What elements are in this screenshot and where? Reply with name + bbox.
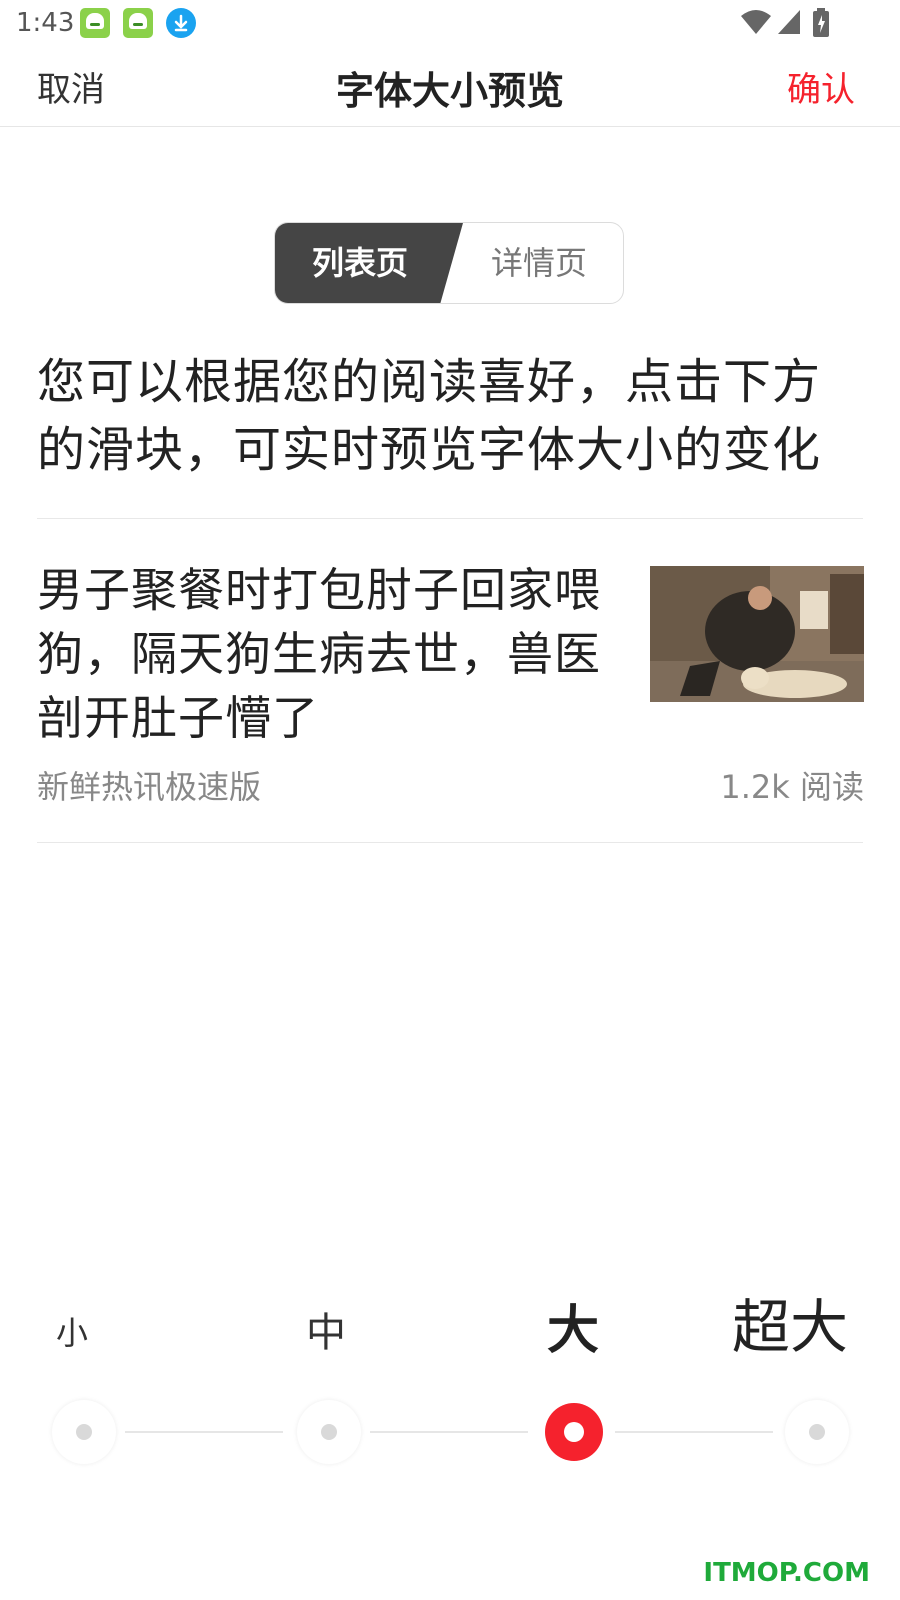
article-source: 新鲜热讯极速版 [37,768,262,806]
watermark: ITMOP.COM [703,1558,870,1588]
tab-detail-page[interactable]: 详情页 [455,223,623,303]
article-read-count: 1.2k 阅读 [720,768,864,806]
battery-icon [812,8,830,42]
slider-stop-small[interactable] [52,1400,116,1464]
article-thumbnail[interactable] [650,566,864,702]
font-size-preview-screen: 1:43 取消 字体大小预览 确认 列表页 详情页 您可以根据您的阅读喜好，点击… [0,0,900,1600]
divider [37,518,863,519]
confirm-button[interactable]: 确认 [787,62,855,111]
status-time: 1:43 [16,8,75,38]
nav-bar: 取消 字体大小预览 确认 [0,48,900,127]
slider-knob[interactable] [545,1403,603,1461]
font-size-label-small[interactable]: 小 [56,1308,88,1354]
wifi-icon [740,8,772,40]
app-notification-icon [80,8,110,38]
tab-list-page[interactable]: 列表页 [275,223,445,303]
font-size-label-medium[interactable]: 中 [306,1300,346,1358]
slider-stop-medium[interactable] [297,1400,361,1464]
cell-signal-icon [776,8,802,40]
preview-mode-tabs: 列表页 详情页 [274,222,624,304]
status-bar: 1:43 [0,0,900,48]
divider [37,842,863,843]
slider-stop-extra-large[interactable] [785,1400,849,1464]
slider-track [370,1431,528,1433]
download-icon [166,8,196,38]
page-title: 字体大小预览 [335,69,564,113]
font-size-label-extra-large[interactable]: 超大 [732,1280,848,1364]
font-size-label-large[interactable]: 大 [547,1288,599,1363]
article-title[interactable]: 男子聚餐时打包肘子回家喂狗，隔天狗生病去世，兽医剖开肚子懵了 [37,558,642,750]
app-notification-icon [123,8,153,38]
preview-tip-text: 您可以根据您的阅读喜好，点击下方的滑块，可实时预览字体大小的变化 [37,354,822,478]
slider-track [125,1431,283,1433]
slider-track [615,1431,773,1433]
